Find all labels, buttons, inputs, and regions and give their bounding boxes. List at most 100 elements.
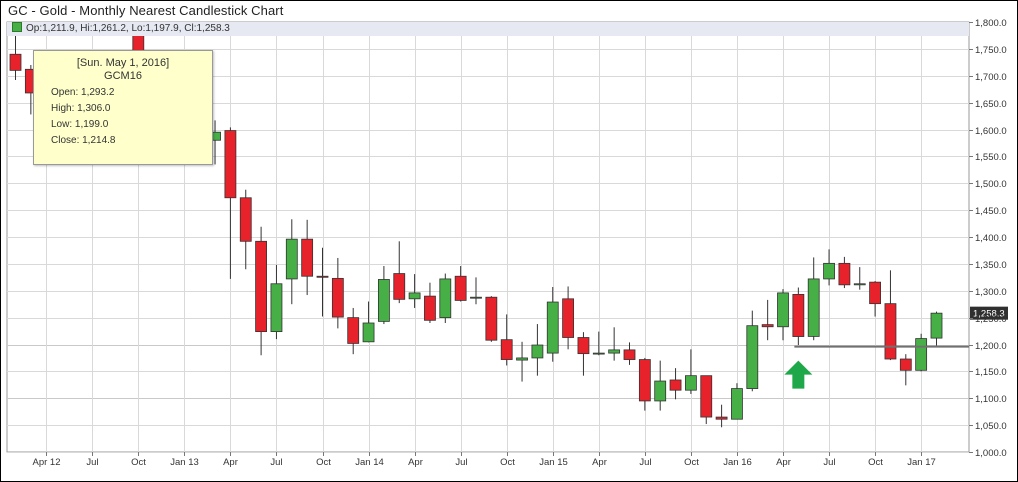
candle-body-down [347, 317, 360, 344]
candle-body-up [362, 322, 375, 343]
x-tick-label: Oct [316, 457, 331, 468]
x-tick-label: Jul [639, 457, 651, 468]
candle-body-down [715, 416, 728, 420]
x-tick-label: Jan 15 [539, 457, 568, 468]
tooltip-low: Low: 1,199.0 [51, 119, 109, 130]
x-tick-label: Apr [223, 457, 238, 468]
candle-body-up [930, 312, 943, 339]
candle-body-up [439, 278, 452, 319]
y-tick-label: 1,750.0 [975, 45, 1007, 56]
candle-body-down [331, 277, 344, 318]
y-tick-label: 1,100.0 [975, 394, 1007, 405]
y-tick-label: 1,500.0 [975, 179, 1007, 190]
candle-body-up [777, 292, 789, 328]
candle [792, 287, 805, 346]
x-tick-label: Oct [868, 457, 883, 468]
candle-body-up [285, 238, 298, 280]
candle-body-down [623, 349, 636, 360]
candle-body-up [654, 380, 667, 402]
y-tick-label: 1,550.0 [975, 152, 1007, 163]
series-swatch-icon [12, 22, 22, 32]
candle-body-up [608, 349, 621, 354]
candle-body-down [669, 379, 682, 391]
candle-body-down [224, 130, 237, 199]
candle [731, 383, 743, 420]
candle-body-up [731, 388, 743, 420]
x-tick-label: Oct [131, 457, 146, 468]
candle-body-up [746, 325, 759, 389]
candle-body-down [899, 358, 912, 371]
x-tick-label: Jul [455, 457, 467, 468]
y-tick-label: 1,050.0 [975, 421, 1007, 432]
candle-body-down [884, 303, 897, 360]
candle [915, 333, 928, 372]
y-tick-label: 1,200.0 [975, 341, 1007, 352]
candle-body-down [301, 238, 314, 277]
candle-body-down [454, 275, 467, 301]
x-tick-label: Oct [684, 457, 699, 468]
candle [485, 296, 498, 342]
candle-body-up [853, 283, 866, 286]
y-tick-label: 1,250.0 [975, 314, 1007, 325]
candle-body-up [685, 375, 697, 391]
y-tick-label: 1,650.0 [975, 99, 1007, 110]
x-tick-label: Apr [592, 457, 607, 468]
x-tick-label: Jul [270, 457, 282, 468]
candle-body-up [592, 352, 605, 355]
candle-tooltip: [Sun. May 1, 2016] GCM16 Open: 1,293.2 H… [33, 50, 213, 165]
candle-body-down [761, 324, 774, 328]
y-tick-label: 1,400.0 [975, 233, 1007, 244]
candle-body-down [638, 359, 651, 402]
candle-body-down [577, 337, 590, 355]
x-tick-label: Jan 14 [355, 457, 384, 468]
candle-body-up [915, 338, 928, 371]
x-tick-label: Apr 12 [33, 457, 61, 468]
candle-body-down [393, 273, 406, 300]
x-tick-label: Jan 16 [723, 457, 752, 468]
chart-title: GC - Gold - Monthly Nearest Candlestick … [8, 3, 284, 18]
candle-body-down [239, 197, 252, 242]
candle-body-down [500, 339, 513, 360]
tooltip-date: [Sun. May 1, 2016] [76, 57, 170, 69]
candle-body-down [485, 296, 498, 341]
tooltip-symbol: GCM16 [104, 70, 142, 82]
candle-body-down [9, 53, 22, 71]
candle-body-up [823, 262, 835, 280]
candle-body-up [408, 292, 421, 300]
x-tick-label: Apr [408, 457, 423, 468]
candle [700, 375, 713, 425]
candle-body-up [516, 357, 528, 361]
candle-body-down [700, 375, 713, 418]
y-tick-label: 1,350.0 [975, 260, 1007, 271]
y-tick-label: 1,800.0 [975, 18, 1007, 29]
y-tick-label: 1,150.0 [975, 367, 1007, 378]
candle-body-up [377, 279, 390, 322]
candle-body-up [807, 278, 820, 337]
y-tick-label: 1,000.0 [975, 448, 1007, 459]
tooltip-open: Open: 1,293.2 [51, 87, 115, 98]
tooltip-high: High: 1,306.0 [51, 103, 111, 114]
ohlc-readout-bar: Op:1,211.9, Hi:1,261.2, Lo:1,197.9, Cl:1… [7, 22, 969, 36]
y-tick-label: 1,600.0 [975, 126, 1007, 137]
x-tick-label: Jul [823, 457, 835, 468]
candle-body-down [792, 294, 805, 337]
x-tick-label: Jul [86, 457, 98, 468]
x-tick-label: Oct [500, 457, 515, 468]
y-tick-label: 1,700.0 [975, 72, 1007, 83]
candle-body-down [869, 281, 881, 305]
x-tick-label: Jan 13 [170, 457, 199, 468]
x-tick-label: Apr [776, 457, 791, 468]
candle [439, 273, 452, 323]
tooltip-close: Close: 1,214.8 [51, 135, 116, 146]
candle-body-up [470, 296, 482, 299]
ohlc-readout: Op:1,211.9, Hi:1,261.2, Lo:1,197.9, Cl:1… [26, 23, 230, 34]
candle-body-down [562, 298, 574, 338]
y-tick-label: 1,450.0 [975, 206, 1007, 217]
candle-body-down [838, 262, 851, 286]
candle-body-down [424, 295, 436, 321]
candle-body-up [531, 344, 544, 359]
candle-body-down [316, 275, 329, 278]
y-tick-label: 1,300.0 [975, 287, 1007, 298]
x-tick-label: Jan 17 [907, 457, 936, 468]
candle-body-up [546, 301, 559, 354]
